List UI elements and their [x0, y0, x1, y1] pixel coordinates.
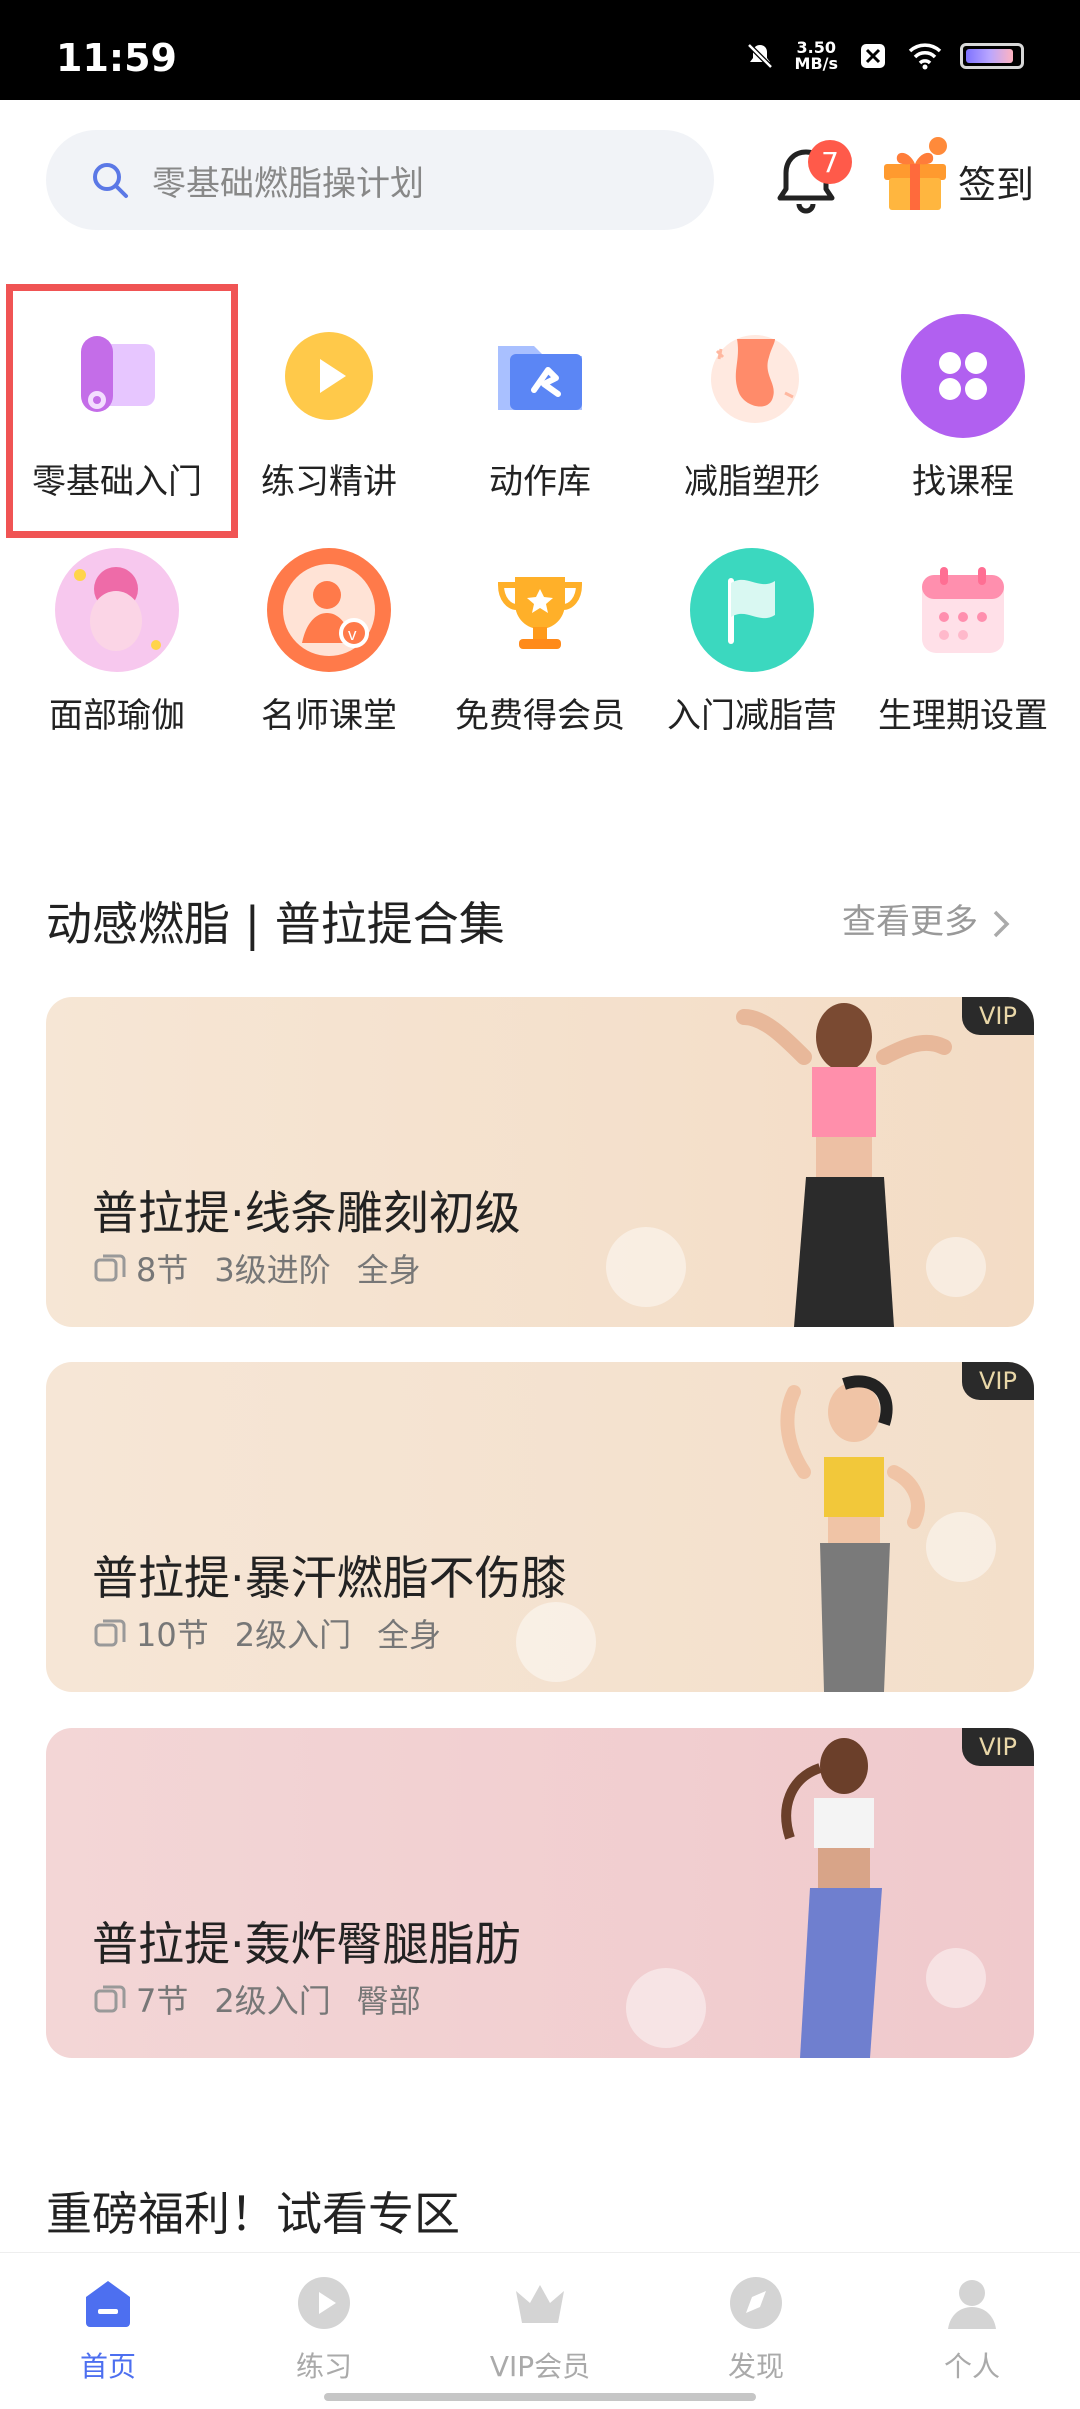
nav-practice[interactable]: 练习: [216, 2271, 432, 2385]
crown-icon: [516, 2285, 564, 2323]
nav-vip[interactable]: VIP会员: [432, 2271, 648, 2385]
home-indicator[interactable]: [324, 2393, 756, 2401]
net-speed: 3.50 MB/s: [794, 38, 838, 73]
grid-item-face-yoga[interactable]: 面部瑜伽: [17, 540, 217, 737]
person-icon: [948, 2280, 996, 2329]
folder-icon: [470, 306, 610, 446]
course-figure-image: [736, 1003, 952, 1327]
nav-profile[interactable]: 个人: [864, 2271, 1080, 2385]
vip-badge: VIP: [962, 997, 1034, 1035]
course-figure-image: [781, 1738, 882, 2058]
grid-item-free-vip[interactable]: 免费得会员: [440, 540, 640, 737]
vip-badge: VIP: [962, 1362, 1034, 1400]
signin-button[interactable]: 签到: [958, 154, 1034, 209]
chevron-right-icon: [993, 910, 1010, 937]
section-title-trial: 重磅福利！试看专区: [46, 2187, 460, 2241]
play-icon: [259, 306, 399, 446]
svg-text:v: v: [348, 625, 357, 644]
grid-item-fat-loss[interactable]: 减脂塑形: [652, 306, 852, 503]
home-icon: [86, 2281, 130, 2327]
grid-item-master-class[interactable]: v 名师课堂: [229, 540, 429, 737]
notification-badge: 7: [808, 140, 852, 184]
view-more-link[interactable]: 查看更多: [842, 894, 1013, 943]
course-card[interactable]: VIP 普拉提·线条雕刻初级 8节 3级进阶 全身: [46, 997, 1034, 1327]
course-meta: 10节 2级入门 全身: [92, 1610, 467, 1656]
nav-discover[interactable]: 发现: [648, 2271, 864, 2385]
app-notification-icon: [856, 41, 890, 71]
course-figure-image: [780, 1375, 925, 1692]
battery-icon: [960, 43, 1024, 69]
grid-icon: [893, 306, 1033, 446]
bottom-nav: 首页 练习 VIP会员 发现 个人: [0, 2252, 1080, 2409]
lessons-icon: [94, 1985, 126, 2013]
grid-item-period-settings[interactable]: 生理期设置: [863, 540, 1063, 737]
flag-icon: [682, 540, 822, 680]
status-time: 11:59: [56, 36, 177, 80]
gift-icon[interactable]: [880, 134, 950, 214]
course-title: 普拉提·暴汗燃脂不伤膝: [92, 1551, 567, 1605]
grid-item-find-course[interactable]: 找课程: [863, 306, 1063, 503]
face-yoga-icon: [47, 540, 187, 680]
status-icons: 3.50 MB/s: [743, 40, 1024, 72]
course-meta: 8节 3级进阶 全身: [92, 1245, 447, 1291]
compass-icon: [730, 2277, 782, 2329]
grid-item-fat-loss-camp[interactable]: 入门减脂营: [652, 540, 852, 737]
nav-home[interactable]: 首页: [0, 2271, 216, 2385]
search-icon: [93, 163, 128, 198]
play-circle-icon: [298, 2277, 350, 2329]
calendar-icon: [893, 540, 1033, 680]
vip-badge: VIP: [962, 1728, 1034, 1766]
section-title-pilates: 动感燃脂 | 普拉提合集: [46, 897, 505, 951]
teacher-icon: v: [259, 540, 399, 680]
body-shape-icon: [682, 306, 822, 446]
search-bar[interactable]: 零基础燃脂操计划: [46, 130, 714, 230]
grid-item-beginner[interactable]: 零基础入门: [17, 306, 217, 503]
trophy-icon: [470, 540, 610, 680]
course-card[interactable]: VIP 普拉提·轰炸臀腿脂肪 7节 2级入门 臀部: [46, 1728, 1034, 2058]
lessons-icon: [94, 1254, 126, 1282]
yoga-mat-icon: [47, 306, 187, 446]
mute-icon: [743, 41, 777, 71]
grid-item-practice-guide[interactable]: 练习精讲: [229, 306, 429, 503]
course-title: 普拉提·轰炸臀腿脂肪: [92, 1917, 521, 1971]
status-bar: 11:59 3.50 MB/s: [0, 0, 1080, 100]
lessons-icon: [94, 1619, 126, 1647]
course-meta: 7节 2级入门 臀部: [92, 1976, 447, 2022]
search-placeholder: 零基础燃脂操计划: [152, 163, 424, 204]
course-card[interactable]: VIP 普拉提·暴汗燃脂不伤膝 10节 2级入门 全身: [46, 1362, 1034, 1692]
course-title: 普拉提·线条雕刻初级: [92, 1186, 521, 1240]
grid-item-action-library[interactable]: 动作库: [440, 306, 640, 503]
wifi-icon: [908, 41, 942, 71]
